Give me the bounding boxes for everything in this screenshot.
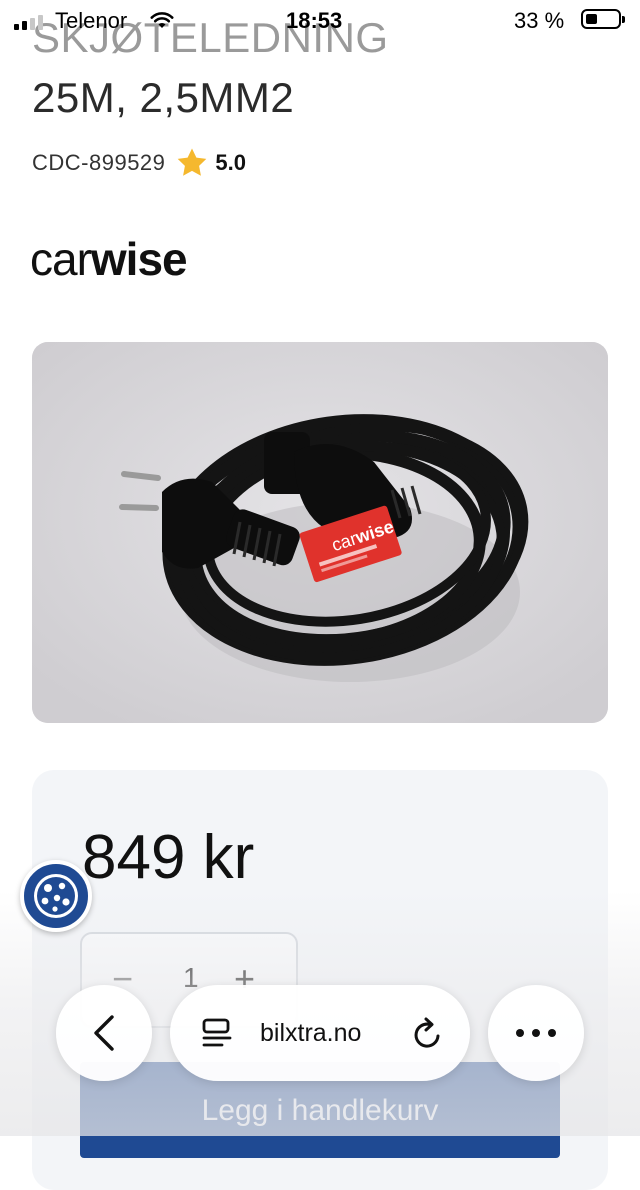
cookie-icon	[34, 874, 78, 918]
carrier-name: Telenor	[55, 8, 128, 33]
battery-icon	[581, 9, 625, 29]
product-meta: CDC-899529 5.0	[32, 146, 246, 180]
status-bar: Telenor 18:53 33 %	[0, 0, 640, 42]
product-image[interactable]: carwise	[32, 342, 608, 723]
brand-logo[interactable]: carwise	[30, 232, 188, 286]
address-bar[interactable]: bilxtra.no	[170, 985, 470, 1081]
wifi-icon	[150, 12, 174, 28]
reload-icon[interactable]	[410, 1015, 446, 1053]
product-rating: 5.0	[215, 150, 246, 175]
back-button[interactable]	[56, 985, 152, 1081]
product-title-line-2: 25M, 2,5MM2	[32, 74, 295, 121]
back-chevron-icon	[94, 1015, 114, 1051]
brand-logo-bold: wise	[90, 233, 188, 285]
more-icon	[516, 1029, 556, 1037]
cookie-settings-button[interactable]	[20, 860, 92, 932]
address-url: bilxtra.no	[260, 1019, 362, 1047]
clock: 18:53	[286, 8, 343, 33]
reader-icon	[202, 1018, 232, 1047]
product-sku: CDC-899529	[32, 150, 166, 175]
product-price: 849 kr	[82, 823, 255, 892]
brand-logo-light: car	[30, 233, 92, 285]
signal-icon	[14, 15, 43, 30]
browser-toolbar: bilxtra.no	[0, 982, 640, 1082]
star-icon	[178, 148, 207, 176]
more-button[interactable]	[488, 985, 584, 1081]
battery-percent: 33 %	[514, 8, 565, 33]
extension-cord-illustration: carwise	[32, 342, 608, 723]
battery-fill	[586, 14, 597, 24]
add-to-cart-label: Legg i handlekurv	[201, 1094, 439, 1127]
